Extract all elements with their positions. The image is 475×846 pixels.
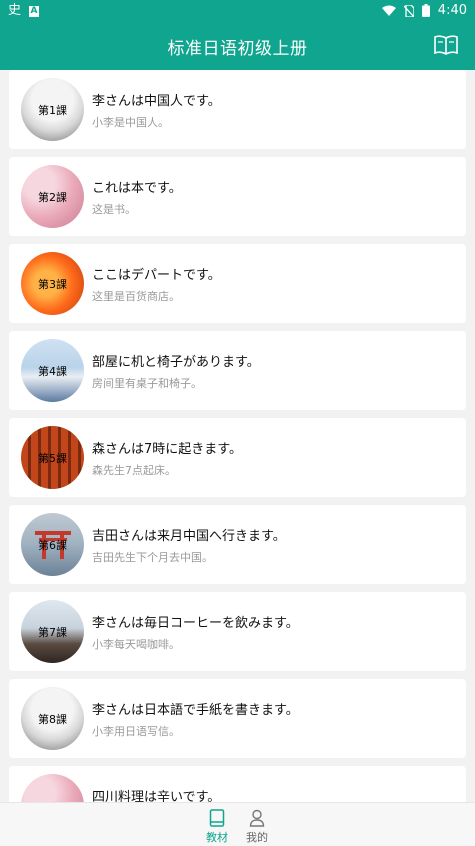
lesson-item[interactable]: 第5課 森さんは7時に起きます。 森先生7点起床。 xyxy=(9,418,466,497)
lesson-title-jp: 李さんは毎日コーヒーを飲みます。 xyxy=(92,616,299,631)
lesson-thumbnail: 第6課 xyxy=(21,513,84,576)
lesson-thumbnail xyxy=(21,774,84,802)
tab-mine-label: 我的 xyxy=(246,831,268,844)
lesson-title-jp: 吉田さんは来月中国へ行きます。 xyxy=(92,529,286,544)
lesson-thumbnail: 第5課 xyxy=(21,426,84,489)
lesson-thumbnail: 第8課 xyxy=(21,687,84,750)
wifi-icon xyxy=(381,5,396,16)
status-left: 史 A xyxy=(8,3,40,19)
lesson-item[interactable]: 第8課 李さんは日本語で手紙を書きます。 小李用日语写信。 xyxy=(9,679,466,758)
notification-app-icon: 史 xyxy=(8,3,22,18)
lesson-number: 第3課 xyxy=(38,278,67,291)
lesson-title-jp: 森さんは7時に起きます。 xyxy=(92,442,242,457)
book-icon xyxy=(209,809,225,827)
lesson-title-cn: 森先生7点起床。 xyxy=(92,464,176,477)
lesson-number: 第4課 xyxy=(38,365,67,378)
lesson-item[interactable]: 第1課 李さんは中国人です。 小李是中国人。 xyxy=(9,70,466,149)
lesson-title-cn: 小李每天喝咖啡。 xyxy=(92,638,180,651)
lesson-title-cn: 房间里有桌子和椅子。 xyxy=(92,377,202,390)
lesson-item[interactable]: 第7課 李さんは毎日コーヒーを飲みます。 小李每天喝咖啡。 xyxy=(9,592,466,671)
tab-textbook[interactable]: 教材 xyxy=(197,809,237,845)
lesson-thumbnail: 第2課 xyxy=(21,165,84,228)
lesson-thumbnail: 第4課 xyxy=(21,339,84,402)
lesson-title-jp: 部屋に机と椅子があります。 xyxy=(92,355,260,370)
lesson-title-jp: 李さんは中国人です。 xyxy=(92,94,221,109)
lesson-number: 第1課 xyxy=(38,104,67,117)
lesson-item[interactable]: 四川料理は辛いです。 xyxy=(9,766,466,802)
no-sim-icon xyxy=(403,4,414,17)
lesson-number: 第5課 xyxy=(38,452,67,465)
lesson-item[interactable]: 第4課 部屋に机と椅子があります。 房间里有桌子和椅子。 xyxy=(9,331,466,410)
lesson-title-jp: 李さんは日本語で手紙を書きます。 xyxy=(92,703,299,718)
lesson-thumbnail: 第1課 xyxy=(21,78,84,141)
lesson-item[interactable]: 第3課 ここはデパートです。 这里是百货商店。 xyxy=(9,244,466,323)
status-time: 4:40 xyxy=(437,3,467,18)
tab-mine[interactable]: 我的 xyxy=(237,809,277,845)
lesson-number: 第8課 xyxy=(38,713,67,726)
lesson-number: 第7課 xyxy=(38,626,67,639)
lesson-item[interactable]: 第6課 吉田さんは来月中国へ行きます。 吉田先生下个月去中国。 xyxy=(9,505,466,584)
lesson-number: 第2課 xyxy=(38,191,67,204)
book-open-icon[interactable] xyxy=(433,34,459,56)
status-right: 4:40 xyxy=(381,3,467,18)
lesson-title-cn: 吉田先生下个月去中国。 xyxy=(92,551,213,564)
lesson-title-cn: 小李是中国人。 xyxy=(92,116,169,129)
status-bar: 史 A 4:40 xyxy=(0,0,475,22)
lesson-title-cn: 小李用日语写信。 xyxy=(92,725,180,738)
lesson-thumbnail: 第7課 xyxy=(21,600,84,663)
app-bar: 标准日语初级上册 xyxy=(0,22,475,70)
lesson-title-jp: ここはデパートです。 xyxy=(92,268,221,283)
lesson-number: 第6課 xyxy=(38,539,67,552)
person-icon xyxy=(249,809,265,827)
lesson-thumbnail: 第3課 xyxy=(21,252,84,315)
lesson-item[interactable]: 第2課 これは本です。 这是书。 xyxy=(9,157,466,236)
lesson-title-jp: これは本です。 xyxy=(92,181,182,196)
lesson-list[interactable]: 第1課 李さんは中国人です。 小李是中国人。 第2課 これは本です。 这是书。 … xyxy=(0,70,475,802)
notification-a-icon: A xyxy=(29,5,40,17)
lesson-title-jp: 四川料理は辛いです。 xyxy=(92,790,221,802)
lesson-title-cn: 这是书。 xyxy=(92,203,136,216)
bottom-nav: 教材 我的 xyxy=(0,802,475,846)
battery-icon xyxy=(421,4,430,17)
tab-textbook-label: 教材 xyxy=(206,831,228,844)
lesson-title-cn: 这里是百货商店。 xyxy=(92,290,180,303)
page-title: 标准日语初级上册 xyxy=(167,39,308,59)
